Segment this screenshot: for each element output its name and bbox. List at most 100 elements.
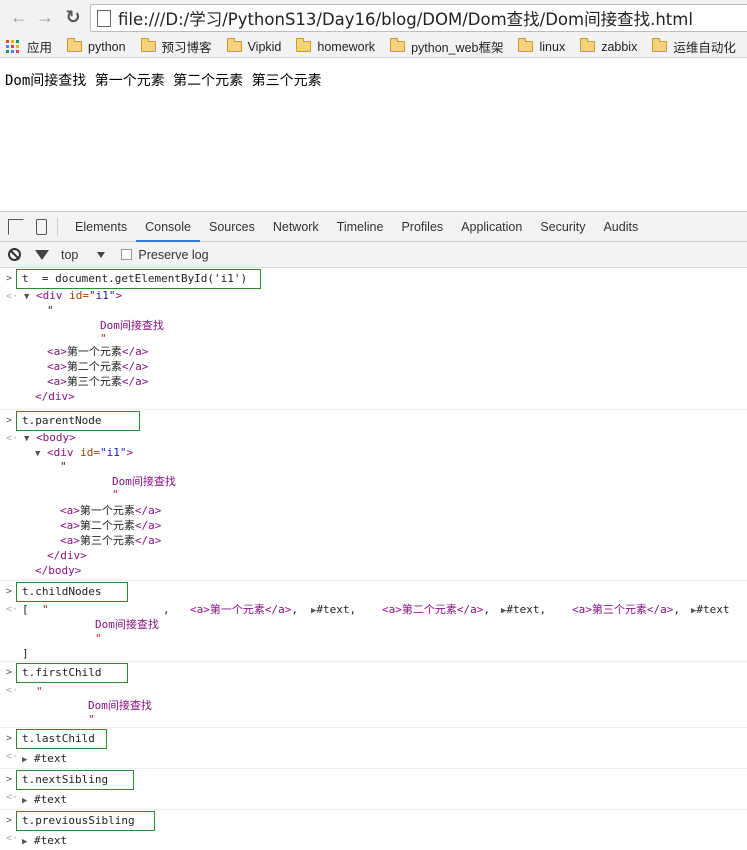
command-text[interactable]: t.firstChild bbox=[16, 663, 128, 683]
result-icon: <· bbox=[6, 792, 19, 803]
element-text: 第三个元素 bbox=[79, 534, 135, 547]
text-node: Dom间接查找 bbox=[100, 319, 164, 332]
element-text: 第一个元素 bbox=[66, 345, 122, 358]
tag-text: <div bbox=[36, 289, 63, 302]
bookmark-label: 预习博客 bbox=[161, 41, 212, 55]
text-node: #text bbox=[34, 752, 68, 765]
bookmarks-bar: 应用 python 预习博客 Vipkid homework python_we… bbox=[0, 36, 747, 58]
bookmark-ops[interactable]: 运维自动化 bbox=[652, 36, 736, 57]
quote-mark: " bbox=[60, 460, 67, 473]
bookmark-zabbix[interactable]: zabbix bbox=[580, 36, 637, 57]
folder-icon bbox=[140, 38, 156, 52]
array-item: ▶#text bbox=[691, 602, 730, 619]
element-text: 第三个元素 bbox=[591, 603, 647, 616]
bookmark-apps[interactable]: 应用 bbox=[0, 36, 53, 57]
tag-text: <a> bbox=[47, 360, 67, 373]
folder-icon bbox=[518, 38, 534, 52]
command-text[interactable]: t.nextSibling bbox=[16, 770, 134, 790]
tab-audits[interactable]: Audits bbox=[594, 212, 647, 242]
forward-icon[interactable]: → bbox=[34, 6, 56, 28]
text-node: Dom间接查找 bbox=[88, 699, 152, 712]
clear-console-icon[interactable] bbox=[8, 248, 21, 261]
element-text: 第二个元素 bbox=[66, 360, 122, 373]
console-entry: > t.parentNode <· ▼ <body> ▼ <div id="i1… bbox=[0, 410, 747, 581]
quote-mark: " bbox=[47, 304, 54, 317]
bookmark-label: python_web框架 bbox=[411, 41, 504, 55]
chevron-down-icon[interactable] bbox=[97, 251, 106, 258]
inspect-element-icon[interactable] bbox=[8, 218, 24, 235]
bookmark-label: 应用 bbox=[27, 41, 53, 55]
attr-value: "i1" bbox=[100, 446, 127, 459]
console-entry: > t = document.getElementById('i1') <· ▼… bbox=[0, 268, 747, 410]
array-item: <a>第二个元素</a>, bbox=[382, 602, 490, 617]
tab-elements[interactable]: Elements bbox=[66, 212, 136, 242]
command-text[interactable]: t.lastChild bbox=[16, 729, 107, 749]
text-node: #text bbox=[34, 793, 68, 806]
expand-triangle-icon[interactable]: ▼ bbox=[24, 292, 29, 302]
tree-line: ▼ <div id="i1"> bbox=[35, 445, 133, 462]
console-input-line: > t.firstChild bbox=[0, 662, 747, 684]
tree-line: ▼ <div id="i1"> bbox=[24, 288, 122, 305]
tree-line: ▶ #text bbox=[22, 833, 67, 850]
expand-triangle-icon[interactable]: ▶ bbox=[22, 755, 27, 765]
reload-icon[interactable]: ↻ bbox=[62, 6, 84, 28]
array-item: ▶#text, bbox=[501, 602, 546, 619]
tab-network[interactable]: Network bbox=[264, 212, 328, 242]
address-bar[interactable]: file:///D:/学习/PythonS13/Day16/blog/DOM/D… bbox=[90, 4, 747, 32]
tag-text: </div> bbox=[47, 549, 87, 562]
command-text[interactable]: t.childNodes bbox=[16, 582, 128, 602]
preserve-log-label: Preserve log bbox=[138, 247, 209, 262]
command-text[interactable]: t.parentNode bbox=[16, 411, 140, 431]
result-icon: <· bbox=[6, 291, 19, 302]
tab-application[interactable]: Application bbox=[452, 212, 531, 242]
prompt-icon: > bbox=[6, 415, 13, 426]
bookmark-blog[interactable]: 预习博客 bbox=[140, 36, 212, 57]
filter-icon[interactable] bbox=[35, 249, 49, 260]
expand-triangle-icon[interactable]: ▼ bbox=[24, 434, 29, 444]
bookmark-python[interactable]: python bbox=[67, 36, 126, 57]
quote-mark: " bbox=[95, 632, 102, 645]
element-text: 第二个元素 bbox=[79, 519, 135, 532]
bookmark-linux[interactable]: linux bbox=[518, 36, 565, 57]
context-select[interactable]: top bbox=[61, 248, 78, 262]
console-input-line: > t.lastChild bbox=[0, 728, 747, 750]
bookmark-label: python bbox=[88, 39, 126, 54]
tab-timeline[interactable]: Timeline bbox=[328, 212, 393, 242]
back-icon[interactable]: ← bbox=[8, 6, 30, 28]
expand-triangle-icon[interactable]: ▼ bbox=[35, 449, 40, 459]
text-node: #text, bbox=[506, 603, 547, 616]
result-icon: <· bbox=[6, 604, 19, 615]
divider bbox=[57, 217, 58, 236]
tag-text: > bbox=[115, 289, 123, 302]
console-input-line: > t.childNodes bbox=[0, 581, 747, 603]
comma: , bbox=[673, 603, 680, 616]
bookmark-label: 运维自动化 bbox=[673, 41, 736, 55]
command-text[interactable]: t.previousSibling bbox=[16, 811, 155, 831]
tab-console[interactable]: Console bbox=[136, 212, 200, 242]
tab-security[interactable]: Security bbox=[531, 212, 594, 242]
expand-triangle-icon[interactable]: ▶ bbox=[22, 796, 27, 806]
array-close: ] bbox=[22, 647, 29, 660]
tag-text: > bbox=[126, 446, 134, 459]
tag-text: <a> bbox=[60, 534, 80, 547]
attr-value: "i1" bbox=[89, 289, 116, 302]
device-toolbar-icon[interactable] bbox=[36, 218, 47, 235]
tag-text: </a> bbox=[121, 360, 149, 373]
tag-text: </a> bbox=[121, 375, 149, 388]
bookmark-homework[interactable]: homework bbox=[296, 36, 376, 57]
comma: , bbox=[483, 603, 490, 616]
tree-line: <a>第三个元素</a> bbox=[47, 374, 148, 389]
bookmark-vipkid[interactable]: Vipkid bbox=[226, 36, 281, 57]
bookmark-label: homework bbox=[317, 39, 376, 54]
page-content: Dom间接查找 第一个元素 第二个元素 第三个元素 bbox=[5, 73, 322, 89]
tab-profiles[interactable]: Profiles bbox=[392, 212, 452, 242]
expand-triangle-icon[interactable]: ▶ bbox=[22, 837, 27, 847]
tab-sources[interactable]: Sources bbox=[200, 212, 264, 242]
tag-text: <a> bbox=[572, 603, 592, 616]
command-text[interactable]: t = document.getElementById('i1') bbox=[16, 269, 261, 289]
array-item: ▶#text, bbox=[311, 602, 356, 619]
folder-icon bbox=[580, 38, 596, 52]
bookmark-python-web[interactable]: python_web框架 bbox=[390, 36, 504, 57]
devtools-panel: Elements Console Sources Network Timelin… bbox=[0, 211, 747, 850]
preserve-log-checkbox[interactable] bbox=[121, 249, 133, 260]
